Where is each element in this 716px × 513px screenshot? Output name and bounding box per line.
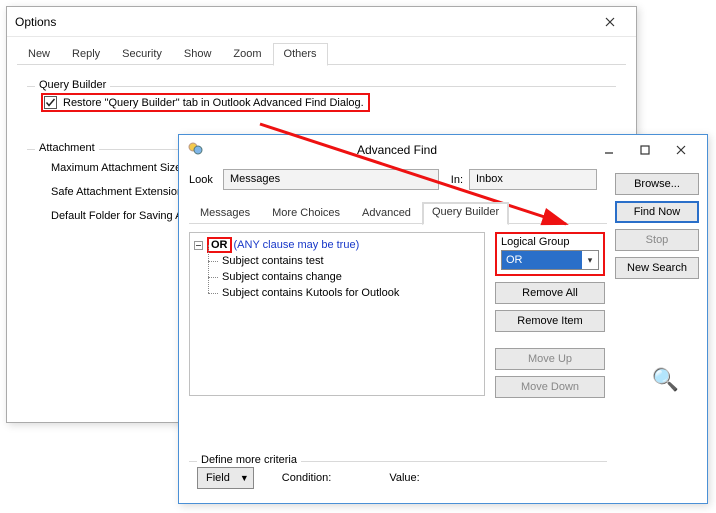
tab-zoom[interactable]: Zoom <box>222 43 272 65</box>
tab-advanced[interactable]: Advanced <box>351 202 422 224</box>
tab-reply[interactable]: Reply <box>61 43 111 65</box>
advfind-title: Advanced Find <box>357 143 437 157</box>
restore-qb-row: Restore "Query Builder" tab in Outlook A… <box>41 93 370 112</box>
define-more-group: Define more criteria Field ▼ Condition: … <box>189 455 607 495</box>
value-label: Value: <box>389 472 419 484</box>
condition-label: Condition: <box>282 472 332 484</box>
new-search-button[interactable]: New Search <box>615 257 699 279</box>
restore-qb-label: Restore "Query Builder" tab in Outlook A… <box>63 97 364 109</box>
tree-root[interactable]: OR (ANY clause may be true) <box>194 237 480 253</box>
logical-group-label: Logical Group <box>501 236 599 248</box>
find-now-button[interactable]: Find Now <box>615 201 699 223</box>
chevron-down-icon: ▾ <box>582 255 598 266</box>
close-icon[interactable] <box>592 8 628 36</box>
options-title: Options <box>15 15 56 29</box>
in-label: In: <box>451 174 463 186</box>
tab-others[interactable]: Others <box>273 43 328 66</box>
move-down-button: Move Down <box>495 376 605 398</box>
chevron-down-icon: ▼ <box>240 473 249 483</box>
tab-query-builder[interactable]: Query Builder <box>422 202 509 225</box>
in-field[interactable]: Inbox <box>469 169 597 190</box>
look-field[interactable]: Messages <box>223 169 439 190</box>
tab-show[interactable]: Show <box>173 43 223 65</box>
define-more-label: Define more criteria <box>197 454 301 466</box>
tab-more-choices[interactable]: More Choices <box>261 202 351 224</box>
tree-item[interactable]: Subject contains Kutools for Outlook <box>194 285 480 301</box>
collapse-icon[interactable] <box>194 241 203 250</box>
browse-button[interactable]: Browse... <box>615 173 699 195</box>
tab-messages[interactable]: Messages <box>189 202 261 224</box>
logical-group-value: OR <box>502 251 582 269</box>
group-label-querybuilder: Query Builder <box>35 79 110 91</box>
minimize-icon[interactable] <box>591 136 627 164</box>
root-op: OR <box>207 237 232 253</box>
field-combo[interactable]: Field ▼ <box>197 467 254 489</box>
field-label: Field <box>206 472 230 484</box>
close-icon[interactable] <box>663 136 699 164</box>
look-label: Look <box>189 174 217 186</box>
search-icon: 🔍 <box>652 367 679 393</box>
advanced-find-window: Advanced Find Look Messages In: Inbox Br… <box>178 134 708 504</box>
root-note: (ANY clause may be true) <box>234 239 360 251</box>
look-in-row: Look Messages In: Inbox <box>179 165 607 194</box>
options-titlebar: Options <box>7 7 636 37</box>
advfind-titlebar: Advanced Find <box>179 135 707 165</box>
tab-new[interactable]: New <box>17 43 61 65</box>
query-builder-group: Query Builder Restore "Query Builder" ta… <box>27 79 616 120</box>
logical-group-combo[interactable]: OR ▾ <box>501 250 599 270</box>
tree-item[interactable]: Subject contains test <box>194 253 480 269</box>
options-tabs: New Reply Security Show Zoom Others <box>7 37 636 65</box>
remove-all-button[interactable]: Remove All <box>495 282 605 304</box>
app-icon <box>187 141 203 160</box>
stop-button: Stop <box>615 229 699 251</box>
advfind-tabs: Messages More Choices Advanced Query Bui… <box>179 194 607 224</box>
clause-tree[interactable]: OR (ANY clause may be true) Subject cont… <box>189 232 485 396</box>
remove-item-button[interactable]: Remove Item <box>495 310 605 332</box>
checkbox-checked-icon[interactable] <box>44 96 57 109</box>
tree-item[interactable]: Subject contains change <box>194 269 480 285</box>
group-label-attachment: Attachment <box>35 142 99 154</box>
move-up-button: Move Up <box>495 348 605 370</box>
maximize-icon[interactable] <box>627 136 663 164</box>
logical-group-box: Logical Group OR ▾ <box>495 232 605 276</box>
tab-security[interactable]: Security <box>111 43 173 65</box>
